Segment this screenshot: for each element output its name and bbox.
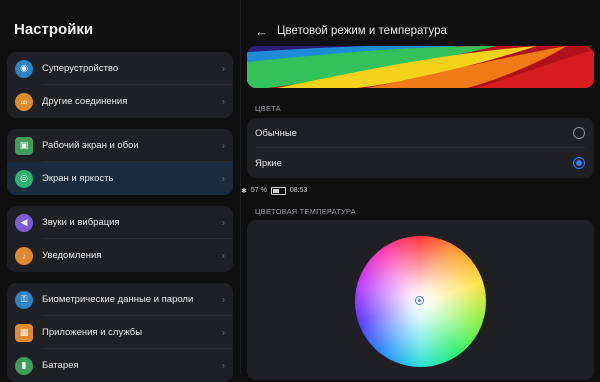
sidebar-item-label: Уведомления [42, 250, 102, 261]
option-label: Обычные [255, 127, 297, 139]
preview-banner [247, 46, 594, 88]
chevron-right-icon: › [221, 173, 225, 184]
sidebar-item-display[interactable]: ◎ Экран и яркость › [7, 162, 233, 195]
sidebar-item-label: Приложения и службы [42, 327, 143, 338]
radio-normal[interactable] [573, 127, 585, 139]
detail-pane: ← Цветовой режим и температура ЦВЕТА Обы… [241, 0, 600, 380]
apps-icon: ▦ [15, 323, 33, 342]
settings-group-4: ⚿ Биометрические данные и пароли › ▦ При… [7, 283, 233, 382]
page-title: Цветовой режим и температура [277, 25, 447, 37]
sidebar-item-label: Экран и яркость [42, 173, 114, 184]
chevron-right-icon: › [221, 294, 225, 305]
speaker-icon: ◀ [15, 213, 33, 232]
temperature-section-header: ЦВЕТОВАЯ ТЕМПЕРАТУРА [255, 207, 356, 216]
sidebar-item-label: Звуки и вибрация [42, 217, 120, 228]
settings-sidebar: Настройки ◉ Суперустройство › ∞ Другие с… [0, 0, 240, 382]
sidebar-item-biometrics[interactable]: ⚿ Биометрические данные и пароли › [7, 283, 233, 316]
sidebar-title: Настройки [14, 21, 94, 38]
color-temperature-card [247, 220, 594, 380]
sidebar-item-label: Биометрические данные и пароли [42, 294, 194, 305]
super-device-icon: ◉ [15, 59, 33, 78]
color-option-vivid[interactable]: Яркие [247, 148, 594, 178]
settings-group-1: ◉ Суперустройство › ∞ Другие соединения … [7, 52, 233, 118]
sidebar-item-sounds[interactable]: ◀ Звуки и вибрация › [7, 206, 233, 239]
sidebar-item-home-screen[interactable]: ▣ Рабочий экран и обои › [7, 129, 233, 162]
sidebar-item-label: Батарея [42, 360, 79, 371]
color-mode-card: Обычные Яркие [247, 118, 594, 178]
chevron-right-icon: › [221, 63, 225, 74]
sidebar-item-other-connections[interactable]: ∞ Другие соединения › [7, 85, 233, 118]
colors-section-header: ЦВЕТА [255, 104, 281, 113]
sidebar-item-label: Рабочий экран и обои [42, 140, 139, 151]
sidebar-item-label: Другие соединения [42, 96, 128, 107]
radio-vivid[interactable] [573, 157, 585, 169]
chevron-right-icon: › [221, 140, 225, 151]
chevron-right-icon: › [221, 96, 225, 107]
sidebar-item-label: Суперустройство [42, 63, 119, 74]
sidebar-item-apps[interactable]: ▦ Приложения и службы › [7, 316, 233, 349]
color-option-normal[interactable]: Обычные [247, 118, 594, 148]
bell-icon: ♪ [15, 246, 33, 265]
eye-icon: ◎ [15, 169, 33, 188]
wallpaper-icon: ▣ [15, 136, 33, 155]
chevron-right-icon: › [221, 360, 225, 371]
battery-icon: ▮ [15, 356, 33, 375]
link-icon: ∞ [15, 92, 33, 111]
sidebar-item-notifications[interactable]: ♪ Уведомления › [7, 239, 233, 272]
key-icon: ⚿ [15, 290, 33, 309]
settings-group-3: ◀ Звуки и вибрация › ♪ Уведомления › [7, 206, 233, 272]
sidebar-item-battery[interactable]: ▮ Батарея › [7, 349, 233, 382]
color-picker-handle[interactable] [415, 296, 424, 305]
chevron-right-icon: › [221, 327, 225, 338]
sidebar-item-super-device[interactable]: ◉ Суперустройство › [7, 52, 233, 85]
back-arrow-icon[interactable]: ← [255, 24, 268, 39]
settings-group-2: ▣ Рабочий экран и обои › ◎ Экран и яркос… [7, 129, 233, 195]
option-label: Яркие [255, 157, 282, 169]
chevron-right-icon: › [221, 250, 225, 261]
chevron-right-icon: › [221, 217, 225, 228]
color-temperature-wheel[interactable] [355, 236, 486, 367]
